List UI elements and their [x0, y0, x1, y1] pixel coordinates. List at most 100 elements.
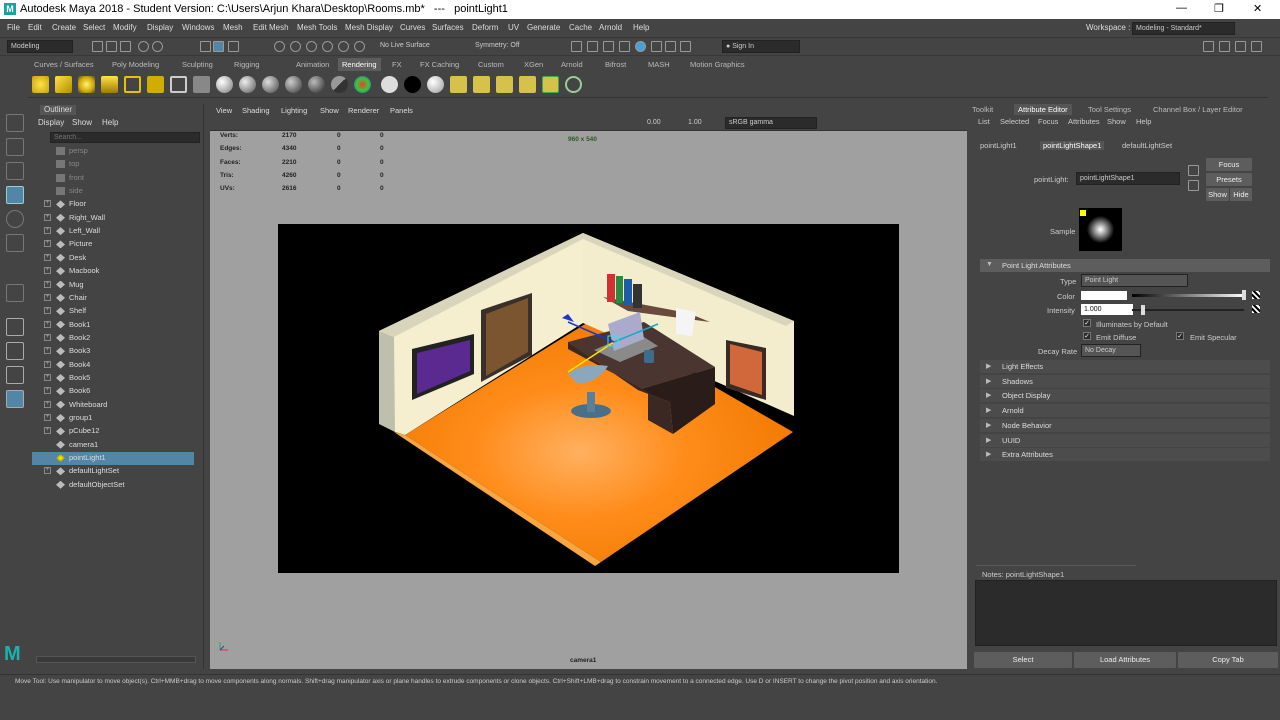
outliner-item[interactable]: + Book3 — [32, 345, 194, 358]
outliner-item[interactable]: + Left_Wall — [32, 225, 194, 238]
shelf-tab-mash[interactable]: MASH — [648, 60, 670, 69]
outliner-item[interactable]: + Book4 — [32, 359, 194, 372]
outliner-item[interactable]: + group1 — [32, 412, 194, 425]
shelf-tab-curves-surfaces[interactable]: Curves / Surfaces — [34, 60, 94, 69]
outliner-item[interactable]: + Right_Wall — [32, 212, 194, 225]
outliner-item[interactable]: + Floor — [32, 198, 194, 211]
outliner-item[interactable]: persp — [32, 145, 194, 158]
outliner-search-input[interactable] — [50, 132, 200, 143]
save-scene-icon[interactable] — [120, 41, 131, 52]
emit-diffuse-checkbox[interactable]: ✓ — [1083, 332, 1091, 340]
menu-mesh-tools[interactable]: Mesh Tools — [297, 23, 337, 32]
pause-ipr-icon[interactable] — [680, 41, 691, 52]
select-tool-icon[interactable] — [6, 114, 24, 132]
viewport-menu-show[interactable]: Show — [320, 106, 339, 115]
batch-render-icon[interactable] — [519, 76, 536, 93]
ambient-light-icon[interactable] — [32, 76, 49, 93]
light-color-swatch[interactable] — [1081, 291, 1127, 300]
outliner-item[interactable]: + Whiteboard — [32, 399, 194, 412]
copy-tab-button[interactable]: Copy Tab — [1178, 652, 1278, 668]
layered-shader-icon[interactable] — [331, 76, 348, 93]
outliner-item[interactable]: + Desk — [32, 252, 194, 265]
move-tool-icon[interactable] — [6, 186, 24, 204]
outliner-item[interactable]: camera1 — [32, 439, 194, 452]
section-node-behavior[interactable]: ▶ Node Behavior — [980, 418, 1270, 432]
outliner-item[interactable]: + Book1 — [32, 319, 194, 332]
lambert-material-icon[interactable] — [239, 76, 256, 93]
outliner-item[interactable]: + Chair — [32, 292, 194, 305]
attribute-editor-toggle-icon[interactable] — [1219, 41, 1230, 52]
maximize-icon[interactable]: ❐ — [1214, 2, 1224, 15]
expand-icon[interactable]: + — [44, 360, 51, 368]
tool-settings-toggle-icon[interactable] — [1235, 41, 1246, 52]
intensity-field[interactable]: 1.000 — [1081, 304, 1133, 315]
spot-light-icon[interactable] — [101, 76, 118, 93]
shelf-tab-fx-caching[interactable]: FX Caching — [420, 60, 459, 69]
expand-icon[interactable]: + — [44, 387, 51, 395]
blinn-material-icon[interactable] — [216, 76, 233, 93]
snap-view-icon[interactable] — [322, 41, 333, 52]
paint-select-tool-icon[interactable] — [6, 162, 24, 180]
render-frame-icon[interactable] — [571, 41, 582, 52]
select-components-icon[interactable] — [228, 41, 239, 52]
arnold-ipr-icon[interactable] — [665, 41, 676, 52]
outliner-item[interactable]: + Mug — [32, 279, 194, 292]
render-setup-icon[interactable] — [565, 76, 582, 93]
shelf-tab-rigging[interactable]: Rigging — [234, 60, 259, 69]
outliner-layout-icon[interactable] — [6, 390, 24, 408]
redo-icon[interactable] — [152, 41, 163, 52]
persp-outliner-layout-icon[interactable] — [6, 366, 24, 384]
mode-dropdown[interactable]: Modeling — [7, 40, 73, 53]
show-button[interactable]: Show — [1206, 188, 1229, 201]
rotate-tool-icon[interactable] — [6, 210, 24, 228]
surface-shader-icon[interactable] — [381, 76, 398, 93]
outliner-menu-help[interactable]: Help — [102, 118, 118, 127]
menu-curves[interactable]: Curves — [400, 23, 425, 32]
outliner-item[interactable]: + defaultLightSet — [32, 465, 194, 478]
ipr-render-shelf-icon[interactable] — [496, 76, 513, 93]
menu-uv[interactable]: UV — [508, 23, 519, 32]
point-light-icon[interactable] — [78, 76, 95, 93]
menu-edit[interactable]: Edit — [28, 23, 42, 32]
render-settings-shelf-icon[interactable] — [473, 76, 490, 93]
shelf-tab-motion-graphics[interactable]: Motion Graphics — [690, 60, 745, 69]
expand-icon[interactable]: + — [44, 213, 51, 221]
section-light-effects[interactable]: ▶ Light Effects — [980, 360, 1270, 373]
expand-icon[interactable]: + — [44, 200, 51, 208]
copy-node-icon[interactable] — [1188, 165, 1199, 176]
outliner-menu-display[interactable]: Display — [38, 118, 64, 127]
notes-textarea[interactable] — [975, 580, 1277, 646]
menu-windows[interactable]: Windows — [182, 23, 214, 32]
intensity-slider-handle[interactable] — [1141, 305, 1145, 315]
expand-icon[interactable]: + — [44, 414, 51, 421]
close-icon[interactable]: ✕ — [1253, 2, 1262, 15]
shelf-tab-bifrost[interactable]: Bifrost — [605, 60, 626, 69]
outliner-item[interactable]: side — [32, 185, 194, 198]
shelf-tab-rendering[interactable]: Rendering — [338, 58, 381, 71]
area-light-icon[interactable] — [124, 76, 141, 93]
symmetry-label[interactable]: Symmetry: Off — [475, 42, 520, 49]
outliner-item[interactable]: + Book2 — [32, 332, 194, 345]
outliner-item[interactable]: top — [32, 158, 194, 171]
intensity-slider[interactable] — [1132, 309, 1244, 311]
menu-create[interactable]: Create — [52, 23, 76, 32]
menu-display[interactable]: Display — [147, 23, 173, 32]
snap-curve-icon[interactable] — [290, 41, 301, 52]
four-view-layout-icon[interactable] — [6, 342, 24, 360]
expand-icon[interactable]: + — [44, 307, 51, 315]
outliner-item[interactable]: + Book6 — [32, 385, 194, 398]
shelf-tab-xgen[interactable]: XGen — [524, 60, 543, 69]
focus-button[interactable]: Focus — [1206, 158, 1252, 171]
section-arnold[interactable]: ▶ Arnold — [980, 404, 1270, 418]
outliner-horizontal-scrollbar[interactable] — [36, 656, 196, 663]
sign-in-button[interactable]: ● Sign In — [722, 40, 800, 53]
shading-group-icon[interactable] — [427, 76, 444, 93]
illuminates-by-default-checkbox[interactable]: ✓ — [1083, 319, 1091, 327]
snap-grid-icon[interactable] — [274, 41, 285, 52]
viewport-menu-view[interactable]: View — [216, 106, 232, 115]
ipr-render-icon[interactable] — [587, 41, 598, 52]
outliner-item[interactable]: + pCube12 — [32, 425, 194, 438]
paste-node-icon[interactable] — [1188, 180, 1199, 191]
menu-help[interactable]: Help — [633, 23, 649, 32]
phonge-material-icon[interactable] — [285, 76, 302, 93]
